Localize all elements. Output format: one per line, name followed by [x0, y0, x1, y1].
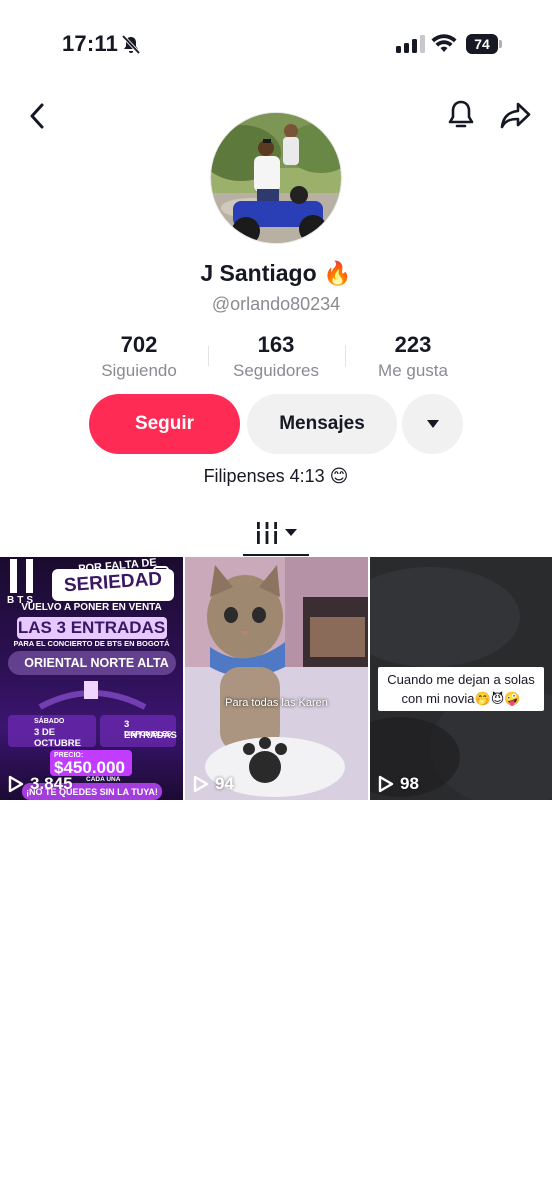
- wifi-icon: [431, 34, 457, 59]
- suggested-accounts-button[interactable]: [402, 394, 463, 454]
- video-caption: Para todas las Karen: [225, 697, 328, 709]
- share-button[interactable]: [498, 98, 534, 132]
- video-thumbnail[interactable]: BTS POR FALTA DE SERIEDAD VUELVO A PONER…: [0, 557, 183, 800]
- stat-followers-value: 163: [257, 332, 295, 357]
- bell-icon: [448, 100, 474, 128]
- stat-following-label: Siguiendo: [101, 361, 177, 380]
- chevron-left-icon: [30, 103, 44, 129]
- sort-caret-icon: [285, 529, 297, 536]
- flyer-line: LAS 3 ENTRADAS: [17, 618, 166, 637]
- content-tabs: [0, 510, 552, 556]
- play-icon: [8, 775, 24, 793]
- profile-username: @orlando80234: [211, 294, 341, 314]
- video-grid: BTS POR FALTA DE SERIEDAD VUELVO A PONER…: [0, 557, 552, 800]
- profile-bio: Filipenses 4:13 😊: [0, 466, 552, 487]
- view-count-text: 98: [400, 774, 419, 793]
- video-thumbnail[interactable]: Para todas las Karen 94: [185, 557, 368, 800]
- flyer-date: 3 DE OCTUBRE: [34, 727, 81, 749]
- status-time: 17:11: [62, 31, 119, 56]
- status-bar: 17:11 74: [0, 0, 552, 90]
- bio-text: Filipenses 4:13: [203, 466, 325, 486]
- flyer-location: ORIENTAL NORTE ALTA: [24, 656, 169, 670]
- flyer-line: CADA UNA: [86, 776, 121, 783]
- caption-emoji: 🤭😈🤪: [474, 691, 521, 706]
- silent-mode-icon: [120, 34, 142, 61]
- play-icon: [378, 775, 394, 793]
- stat-following-value: 702: [120, 332, 158, 357]
- battery-level: 74: [466, 34, 498, 54]
- active-tab-indicator: [243, 554, 309, 556]
- video-view-count: 94: [193, 774, 234, 794]
- profile-avatar[interactable]: [210, 112, 342, 244]
- video-view-count: 98: [378, 774, 419, 794]
- flyer-line: DISPONIBLES: [124, 731, 172, 738]
- stat-following[interactable]: 702 Siguiendo: [70, 332, 208, 381]
- video-caption: Cuando me dejan a solas con mi novia🤭😈🤪: [378, 667, 544, 711]
- follow-button[interactable]: Seguir: [89, 394, 240, 454]
- caret-down-icon: [426, 420, 439, 428]
- play-icon: [193, 775, 209, 793]
- back-button[interactable]: [22, 100, 52, 132]
- stat-followers[interactable]: 163 Seguidores: [207, 332, 345, 381]
- battery-indicator: 74: [466, 34, 502, 54]
- cellular-signal-icon: [396, 35, 425, 53]
- message-button[interactable]: Mensajes: [247, 394, 397, 454]
- video-grid-icon: [257, 522, 277, 544]
- video-view-count: 3.845: [8, 774, 73, 794]
- stat-likes-label: Me gusta: [378, 361, 448, 380]
- display-name-text: J Santiago: [200, 260, 317, 286]
- flyer-line: PARA EL CONCIERTO DE BTS EN BOGOTÁ: [13, 639, 170, 648]
- tab-videos[interactable]: [243, 510, 309, 556]
- view-count-text: 3.845: [30, 774, 73, 793]
- share-arrow-icon: [500, 102, 531, 129]
- video-thumbnail[interactable]: Cuando me dejan a solas con mi novia🤭😈🤪 …: [370, 557, 552, 800]
- stat-likes-value: 223: [394, 332, 432, 357]
- stat-followers-label: Seguidores: [232, 361, 319, 380]
- smile-emoji: 😊: [329, 466, 349, 486]
- fire-emoji: 🔥: [323, 260, 352, 286]
- stat-likes[interactable]: 223 Me gusta: [344, 332, 482, 381]
- flyer-line: VUELVO A PONER EN VENTA: [21, 602, 162, 613]
- profile-stats: 702 Siguiendo 163 Seguidores 223 Me gust…: [70, 332, 482, 382]
- flyer-line: SÁBADO: [34, 718, 65, 725]
- view-count-text: 94: [215, 774, 234, 793]
- notifications-button[interactable]: [444, 98, 478, 132]
- profile-display-name: J Santiago 🔥: [0, 260, 552, 287]
